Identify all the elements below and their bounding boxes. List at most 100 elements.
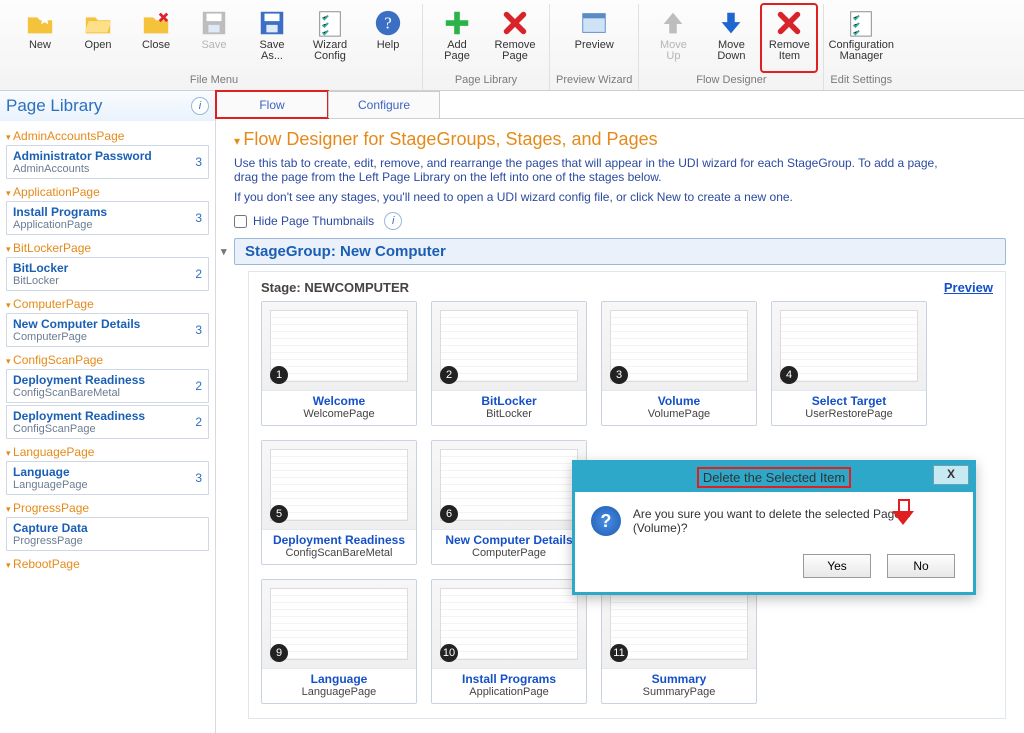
cfgmgr-button[interactable]: Configuration Manager (833, 4, 889, 72)
stage-page-card[interactable]: 6New Computer DetailsComputerPage (431, 440, 587, 565)
page-library-title: Page Library (6, 96, 102, 116)
page-thumbnail: 4 (772, 302, 926, 391)
library-page-card[interactable]: Administrator PasswordAdminAccounts3 (6, 145, 209, 179)
addpage-button[interactable]: Add Page (429, 4, 485, 72)
page-library-panel: Page Library i AdminAccountsPage Administ… (0, 91, 216, 733)
dialog-close-button[interactable]: X (933, 465, 969, 485)
stage-page-card[interactable]: 3VolumeVolumePage (601, 301, 757, 426)
preview-button[interactable]: Preview (566, 4, 622, 72)
page-number-badge: 10 (440, 644, 458, 662)
wizcfg-button[interactable]: Wizard Config (302, 4, 358, 72)
category-RebootPage[interactable]: RebootPage (6, 557, 209, 571)
library-page-card[interactable]: Install ProgramsApplicationPage3 (6, 201, 209, 235)
stagegroup-header[interactable]: StageGroup: New Computer (234, 238, 1006, 265)
page-number-badge: 1 (270, 366, 288, 384)
page-number-badge: 4 (780, 366, 798, 384)
window-icon (578, 7, 610, 39)
hide-thumbnails-label: Hide Page Thumbnails (253, 214, 374, 228)
stage-page-card[interactable]: 11SummarySummaryPage (601, 579, 757, 704)
library-page-card[interactable]: LanguageLanguagePage3 (6, 461, 209, 495)
page-number-badge: 2 (440, 366, 458, 384)
plus-icon (441, 7, 473, 39)
category-ComputerPage[interactable]: ComputerPage (6, 297, 209, 311)
ribbon-group-label: Page Library (455, 74, 517, 86)
removeitem-button[interactable]: Remove Item (761, 4, 817, 72)
category-ApplicationPage[interactable]: ApplicationPage (6, 185, 209, 199)
arrow-up-icon (657, 7, 689, 39)
open-button[interactable]: Open (70, 4, 126, 72)
checklist-icon (314, 7, 346, 39)
stage-page-card[interactable]: 2BitLockerBitLocker (431, 301, 587, 426)
page-heading: Flow Designer for StageGroups, Stages, a… (234, 129, 1006, 150)
svg-text:?: ? (384, 14, 391, 33)
page-thumbnail: 1 (262, 302, 416, 391)
x-red-icon (773, 7, 805, 39)
category-ConfigScanPage[interactable]: ConfigScanPage (6, 353, 209, 367)
page-number-badge: 5 (270, 505, 288, 523)
stage-page-card[interactable]: 5Deployment ReadinessConfigScanBareMetal (261, 440, 417, 565)
saveas-button[interactable]: Save As... (244, 4, 300, 72)
page-thumbnail: 9 (262, 580, 416, 669)
main-panel: Flow Configure Flow Designer for StageGr… (216, 91, 1024, 733)
delete-dialog: Delete the Selected Item X ? Are you sur… (572, 460, 976, 595)
info-icon[interactable]: i (384, 212, 402, 230)
flow-designer-pane: Flow Designer for StageGroups, Stages, a… (216, 119, 1024, 733)
dialog-titlebar: Delete the Selected Item X (575, 463, 973, 492)
preview-link[interactable]: Preview (944, 280, 993, 295)
folder-star-icon (24, 7, 56, 39)
hide-thumbnails-checkbox[interactable] (234, 215, 247, 228)
tab-bar: Flow Configure (216, 91, 1024, 119)
dialog-title: Delete the Selected Item (697, 467, 851, 488)
stage-title: Stage: NEWCOMPUTER (261, 280, 409, 295)
page-number-badge: 6 (440, 505, 458, 523)
ribbon-toolbar: NewOpenCloseSaveSave As...Wizard Config?… (0, 0, 1024, 91)
page-library-tree: AdminAccountsPage Administrator PasswordA… (0, 121, 215, 733)
page-number-badge: 3 (610, 366, 628, 384)
stage-page-card[interactable]: 4Select TargetUserRestorePage (771, 301, 927, 426)
category-AdminAccountsPage[interactable]: AdminAccountsPage (6, 129, 209, 143)
info-icon[interactable]: i (191, 97, 209, 115)
no-button[interactable]: No (887, 554, 955, 578)
arrow-down-icon (715, 7, 747, 39)
ribbon-group-label: Edit Settings (830, 74, 892, 86)
stage-page-card[interactable]: 10Install ProgramsApplicationPage (431, 579, 587, 704)
stage-page-card[interactable]: 1WelcomeWelcomePage (261, 301, 417, 426)
question-icon: ? (591, 506, 621, 536)
ribbon-group-label: Flow Designer (696, 74, 766, 86)
page-number-badge: 11 (610, 644, 628, 662)
x-red-icon (499, 7, 531, 39)
ribbon-group-label: Preview Wizard (556, 74, 632, 86)
page-number-badge: 9 (270, 644, 288, 662)
folder-x-icon (140, 7, 172, 39)
library-page-card[interactable]: Capture DataProgressPage (6, 517, 209, 551)
category-ProgressPage[interactable]: ProgressPage (6, 501, 209, 515)
yes-button[interactable]: Yes (803, 554, 871, 578)
library-page-card[interactable]: New Computer DetailsComputerPage3 (6, 313, 209, 347)
page-library-header: Page Library i (0, 91, 215, 121)
close-button[interactable]: Close (128, 4, 184, 72)
annotation-arrow-icon (892, 499, 914, 527)
removepage-button[interactable]: Remove Page (487, 4, 543, 72)
checklist-icon (845, 7, 877, 39)
tab-configure[interactable]: Configure (328, 91, 440, 118)
intro-text-1: Use this tab to create, edit, remove, an… (234, 156, 954, 184)
page-thumbnail: 3 (602, 302, 756, 391)
new-button[interactable]: New (12, 4, 68, 72)
stage-page-card[interactable]: 9LanguageLanguagePage (261, 579, 417, 704)
page-thumbnail: 5 (262, 441, 416, 530)
save-button[interactable]: Save (186, 4, 242, 72)
folder-open-icon (82, 7, 114, 39)
help-button[interactable]: ?Help (360, 4, 416, 72)
save-icon (256, 7, 288, 39)
page-thumbnail: 10 (432, 580, 586, 669)
tab-flow[interactable]: Flow (216, 91, 328, 118)
save-icon (198, 7, 230, 39)
category-LanguagePage[interactable]: LanguagePage (6, 445, 209, 459)
category-BitLockerPage[interactable]: BitLockerPage (6, 241, 209, 255)
moveup-button[interactable]: Move Up (645, 4, 701, 72)
ribbon-group-label: File Menu (190, 74, 238, 86)
library-page-card[interactable]: Deployment ReadinessConfigScanPage2 (6, 405, 209, 439)
library-page-card[interactable]: Deployment ReadinessConfigScanBareMetal2 (6, 369, 209, 403)
movedown-button[interactable]: Move Down (703, 4, 759, 72)
library-page-card[interactable]: BitLockerBitLocker2 (6, 257, 209, 291)
